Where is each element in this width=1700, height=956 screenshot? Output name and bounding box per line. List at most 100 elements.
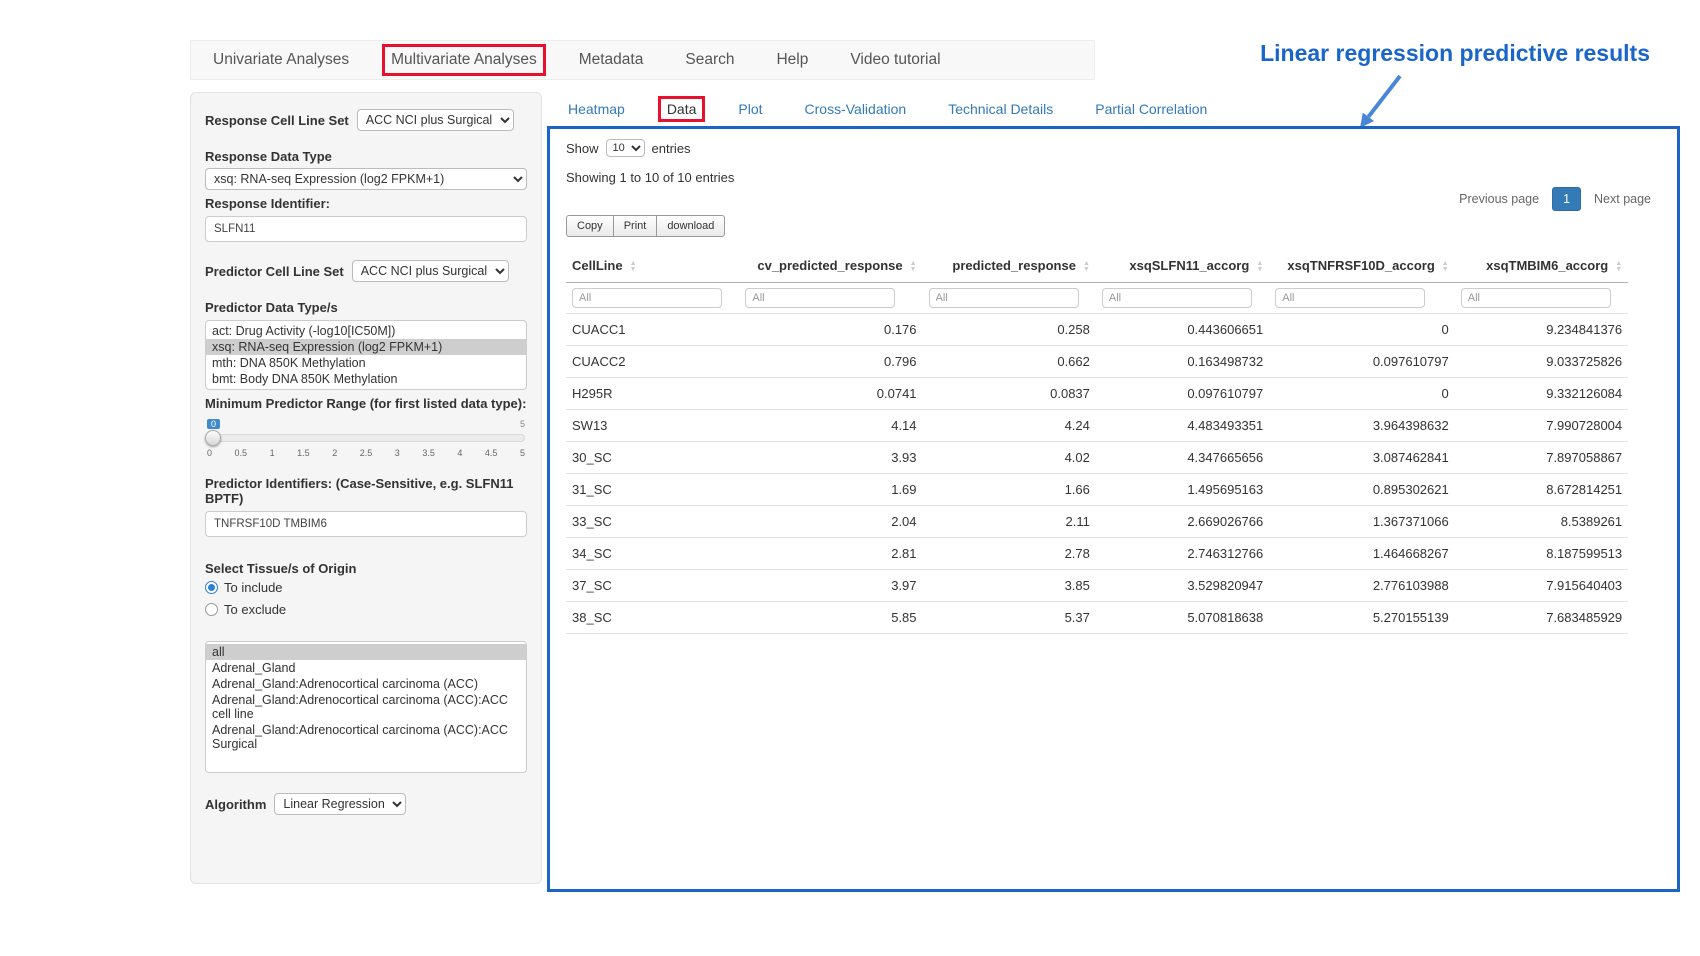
top-navbar: Univariate Analyses Multivariate Analyses… xyxy=(190,40,1095,80)
cell-value: 1.495695163 xyxy=(1096,474,1269,506)
sort-icon[interactable]: ▲▼ xyxy=(630,261,637,273)
response-data-type-select[interactable]: xsq: RNA-seq Expression (log2 FPKM+1) xyxy=(205,168,527,190)
table-row[interactable]: SW134.144.244.4834933513.9643986327.9907… xyxy=(566,410,1628,442)
table-header-row: CellLine▲▼cv_predicted_response▲▼predict… xyxy=(566,249,1628,283)
tissue-option[interactable]: Adrenal_Gland xyxy=(206,660,526,676)
table-row[interactable]: H295R0.07410.08370.09761079709.332126084 xyxy=(566,378,1628,410)
column-filter-cv-predicted-response[interactable] xyxy=(745,288,895,308)
cell-line-name: 37_SC xyxy=(566,570,739,602)
cell-value: 0.895302621 xyxy=(1269,474,1454,506)
column-header-predicted-response[interactable]: predicted_response▲▼ xyxy=(923,249,1096,283)
table-row[interactable]: 33_SC2.042.112.6690267661.3673710668.538… xyxy=(566,506,1628,538)
download-button[interactable]: download xyxy=(656,215,725,237)
results-panel: Show 10 entries Showing 1 to 10 of 10 en… xyxy=(547,126,1680,892)
tab-partial-correlation[interactable]: Partial Correlation xyxy=(1089,99,1213,119)
tab-data[interactable]: Data xyxy=(661,99,703,119)
table-row[interactable]: 31_SC1.691.661.4956951630.8953026218.672… xyxy=(566,474,1628,506)
slider-max-label: 5 xyxy=(520,419,525,429)
sort-icon[interactable]: ▲▼ xyxy=(910,261,917,273)
tissue-option[interactable]: Adrenal_Gland:Adrenocortical carcinoma (… xyxy=(206,676,526,692)
column-header-cellline[interactable]: CellLine▲▼ xyxy=(566,249,739,283)
sort-icon[interactable]: ▲▼ xyxy=(1615,261,1622,273)
table-row[interactable]: 30_SC3.934.024.3476656563.0874628417.897… xyxy=(566,442,1628,474)
table-row[interactable]: CUACC10.1760.2580.44360665109.234841376 xyxy=(566,314,1628,346)
column-header-xsqtnfrsf10d-accorg[interactable]: xsqTNFRSF10D_accorg▲▼ xyxy=(1269,249,1454,283)
column-header-xsqtmbim6-accorg[interactable]: xsqTMBIM6_accorg▲▼ xyxy=(1455,249,1628,283)
cell-line-name: 34_SC xyxy=(566,538,739,570)
cell-value: 3.97 xyxy=(739,570,922,602)
predictor-identifiers-input[interactable] xyxy=(205,511,527,537)
tissue-option[interactable]: Adrenal_Gland:Adrenocortical carcinoma (… xyxy=(206,692,526,722)
column-filter-xsqtmbim6-accorg[interactable] xyxy=(1461,288,1611,308)
cell-value: 0.258 xyxy=(923,314,1096,346)
column-header-cv-predicted-response[interactable]: cv_predicted_response▲▼ xyxy=(739,249,922,283)
table-row[interactable]: CUACC20.7960.6620.1634987320.0976107979.… xyxy=(566,346,1628,378)
cell-value: 4.483493351 xyxy=(1096,410,1269,442)
nav-item-help[interactable]: Help xyxy=(770,47,814,73)
show-entries-prefix: Show xyxy=(566,141,599,156)
nav-item-search[interactable]: Search xyxy=(679,47,740,73)
response-data-type-label: Response Data Type xyxy=(205,149,527,164)
tab-heatmap[interactable]: Heatmap xyxy=(562,99,631,119)
cell-value: 4.14 xyxy=(739,410,922,442)
table-row[interactable]: 37_SC3.973.853.5298209472.7761039887.915… xyxy=(566,570,1628,602)
radio-exclude-icon[interactable] xyxy=(205,603,218,616)
tissue-option[interactable]: Adrenal_Gland:Adrenocortical carcinoma (… xyxy=(206,722,526,752)
sort-icon[interactable]: ▲▼ xyxy=(1256,261,1263,273)
predictor-data-type-option[interactable]: act: Drug Activity (-log10[IC50M]) xyxy=(206,323,526,339)
radio-to-include[interactable]: To include xyxy=(205,580,527,595)
sort-icon[interactable]: ▲▼ xyxy=(1083,261,1090,273)
cell-value: 5.85 xyxy=(739,602,922,634)
print-button[interactable]: Print xyxy=(613,215,658,237)
column-filter-predicted-response[interactable] xyxy=(929,288,1079,308)
cell-line-name: 30_SC xyxy=(566,442,739,474)
table-row[interactable]: 38_SC5.855.375.0708186385.2701551397.683… xyxy=(566,602,1628,634)
nav-item-metadata[interactable]: Metadata xyxy=(573,47,650,73)
cell-value: 5.37 xyxy=(923,602,1096,634)
nav-item-video-tutorial[interactable]: Video tutorial xyxy=(844,47,946,73)
tissue-option[interactable]: all xyxy=(206,644,526,660)
response-identifier-input[interactable] xyxy=(205,216,527,242)
predictor-cell-line-set-select[interactable]: ACC NCI plus Surgical xyxy=(352,260,509,282)
results-table: CellLine▲▼cv_predicted_response▲▼predict… xyxy=(566,249,1628,634)
current-page-button[interactable]: 1 xyxy=(1552,187,1581,211)
tab-cross-validation[interactable]: Cross-Validation xyxy=(799,99,913,119)
slider-track[interactable] xyxy=(207,434,525,442)
cell-line-name: 31_SC xyxy=(566,474,739,506)
show-entries-select[interactable]: 10 xyxy=(606,139,645,157)
tab-plot[interactable]: Plot xyxy=(732,99,768,119)
slider-handle[interactable] xyxy=(205,430,221,446)
sort-icon[interactable]: ▲▼ xyxy=(1442,261,1449,273)
nav-item-multivariate-analyses[interactable]: Multivariate Analyses xyxy=(385,47,543,73)
predictor-data-type-option[interactable]: bmt: Body DNA 850K Methylation xyxy=(206,371,526,387)
column-filter-xsqslfn11-accorg[interactable] xyxy=(1102,288,1252,308)
table-row[interactable]: 34_SC2.812.782.7463127661.4646682678.187… xyxy=(566,538,1628,570)
cell-value: 0 xyxy=(1269,378,1454,410)
cell-value: 3.529820947 xyxy=(1096,570,1269,602)
app-page: Univariate Analyses Multivariate Analyses… xyxy=(0,0,1700,956)
response-identifier-field: Response Identifier: xyxy=(205,196,527,242)
column-filter-xsqtnfrsf10d-accorg[interactable] xyxy=(1275,288,1425,308)
cell-value: 9.332126084 xyxy=(1455,378,1628,410)
nav-item-univariate-analyses[interactable]: Univariate Analyses xyxy=(207,47,355,73)
response-cell-line-set-select[interactable]: ACC NCI plus Surgical xyxy=(357,109,514,131)
cell-value: 7.897058867 xyxy=(1455,442,1628,474)
copy-button[interactable]: Copy xyxy=(566,215,614,237)
radio-to-exclude[interactable]: To exclude xyxy=(205,602,527,617)
tissue-listbox: allAdrenal_GlandAdrenal_Gland:Adrenocort… xyxy=(205,641,527,773)
next-page-button[interactable]: Next page xyxy=(1584,187,1661,211)
slider-tick: 0.5 xyxy=(235,448,248,458)
tab-technical-details[interactable]: Technical Details xyxy=(942,99,1059,119)
control-sidebar: Response Cell Line Set ACC NCI plus Surg… xyxy=(190,92,542,884)
previous-page-button[interactable]: Previous page xyxy=(1449,187,1549,211)
column-filter-cellline[interactable] xyxy=(572,288,722,308)
radio-include-icon[interactable] xyxy=(205,581,218,594)
predictor-data-type-option[interactable]: mth: DNA 850K Methylation xyxy=(206,355,526,371)
column-header-xsqslfn11-accorg[interactable]: xsqSLFN11_accorg▲▼ xyxy=(1096,249,1269,283)
slider-tick: 2 xyxy=(332,448,337,458)
predictor-data-type-option[interactable]: xsq: RNA-seq Expression (log2 FPKM+1) xyxy=(206,339,526,355)
export-buttons: CopyPrintdownload xyxy=(566,215,1661,237)
algorithm-select[interactable]: Linear Regression xyxy=(274,793,406,815)
cell-value: 4.02 xyxy=(923,442,1096,474)
cell-value: 2.746312766 xyxy=(1096,538,1269,570)
